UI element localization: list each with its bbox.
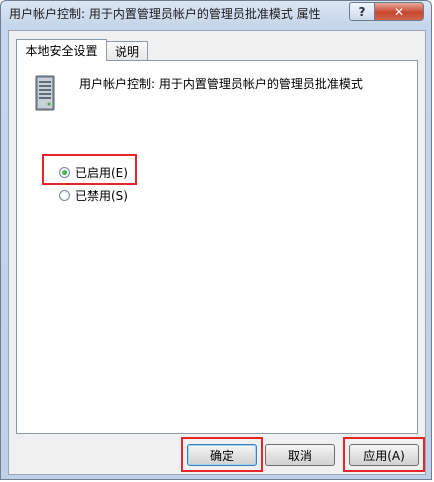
cancel-label: 取消 bbox=[287, 448, 312, 463]
disabled-option[interactable]: 已禁用(S) bbox=[59, 187, 128, 204]
window-title: 用户帐户控制: 用于内置管理员帐户的管理员批准模式 属性 bbox=[9, 7, 321, 21]
help-icon: ? bbox=[358, 4, 366, 19]
ok-label: 确定 bbox=[209, 448, 234, 463]
cancel-button[interactable]: 取消 bbox=[265, 444, 335, 466]
dialog-client-area: 本地安全设置 说明 用户帐户控制: 用于内置管理员帐户的管理员批准模式 已启用(… bbox=[8, 30, 426, 475]
tab-explain[interactable]: 说明 bbox=[106, 41, 148, 61]
disabled-radio[interactable] bbox=[59, 190, 70, 201]
apply-label: 应用(A) bbox=[363, 448, 405, 463]
close-icon: ✕ bbox=[393, 4, 405, 19]
apply-button[interactable]: 应用(A) bbox=[349, 444, 419, 466]
ok-button[interactable]: 确定 bbox=[187, 444, 257, 466]
tab-panel: 用户帐户控制: 用于内置管理员帐户的管理员批准模式 已启用(E) 已禁用(S) bbox=[16, 60, 418, 434]
disabled-label: 已禁用(S) bbox=[75, 189, 128, 203]
tab-local-security-setting[interactable]: 本地安全设置 bbox=[16, 39, 107, 61]
close-button[interactable]: ✕ bbox=[374, 2, 424, 21]
enabled-option[interactable]: 已启用(E) bbox=[59, 164, 128, 181]
properties-dialog: 用户帐户控制: 用于内置管理员帐户的管理员批准模式 属性 ? ✕ 本地安全设置 … bbox=[0, 0, 432, 480]
tab-label: 本地安全设置 bbox=[25, 44, 98, 58]
help-button[interactable]: ? bbox=[349, 2, 375, 21]
enabled-label: 已启用(E) bbox=[75, 166, 128, 180]
tab-label: 说明 bbox=[114, 45, 139, 59]
enabled-radio[interactable] bbox=[59, 167, 70, 178]
title-bar[interactable]: 用户帐户控制: 用于内置管理员帐户的管理员批准模式 属性 ? ✕ bbox=[1, 1, 431, 27]
server-icon bbox=[35, 75, 55, 111]
policy-name: 用户帐户控制: 用于内置管理员帐户的管理员批准模式 bbox=[79, 77, 363, 91]
